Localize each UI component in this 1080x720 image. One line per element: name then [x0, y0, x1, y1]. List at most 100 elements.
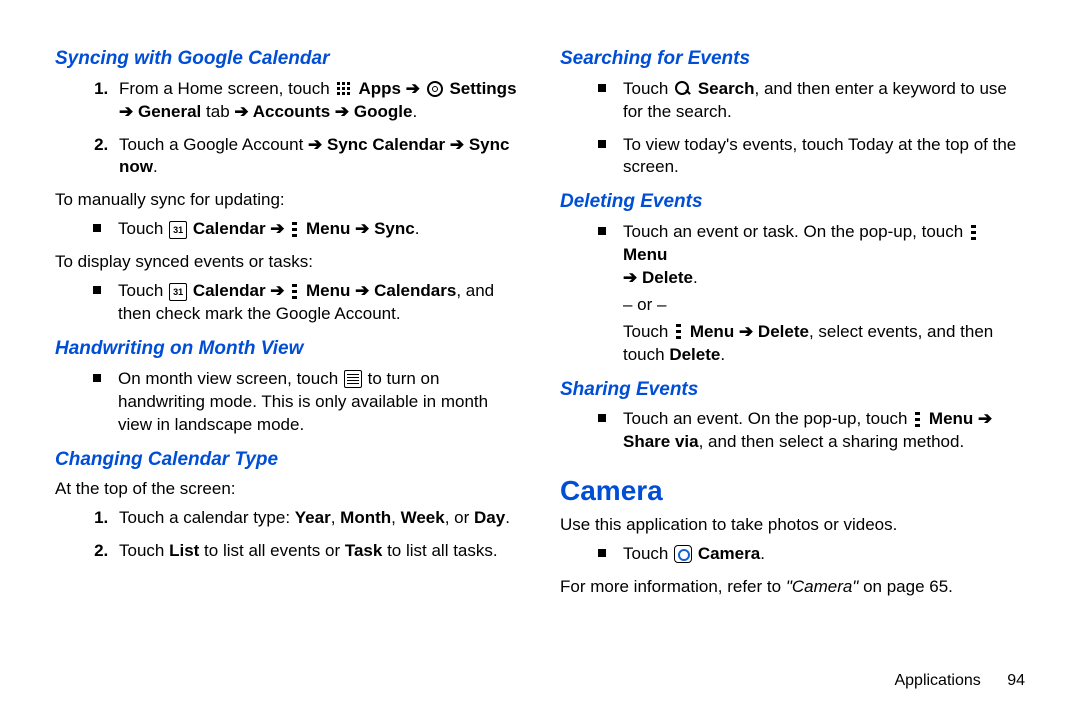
label-year: Year: [295, 508, 331, 527]
arrow-icon: ➔: [406, 79, 420, 98]
arrow-icon: ➔: [234, 102, 248, 121]
list-item: Touch Calendar ➔ Menu ➔ Calendars, and t…: [93, 280, 520, 326]
label-menu: Menu: [301, 219, 355, 238]
label-list: List: [169, 541, 199, 560]
list-item: Touch Calendar ➔ Menu ➔ Sync.: [93, 218, 520, 241]
label-delete: Delete: [753, 322, 809, 341]
text: Touch an event. On the pop-up, touch: [623, 409, 912, 428]
label-task: Task: [345, 541, 383, 560]
list-item: Touch Camera.: [598, 543, 1025, 566]
deleting-bullets: Touch an event or task. On the pop-up, t…: [560, 221, 1025, 367]
calendar-icon: [169, 221, 187, 239]
sync-step-2: Touch a Google Account ➔ Sync Calendar ➔…: [113, 134, 520, 180]
label-sync-calendar: Sync Calendar: [322, 135, 450, 154]
heading-changing-type: Changing Calendar Type: [55, 447, 520, 473]
label-accounts: Accounts: [249, 102, 335, 121]
label-search: Search: [693, 79, 754, 98]
sync-steps: From a Home screen, touch Apps ➔ Setting…: [55, 78, 520, 180]
text: Touch: [623, 79, 673, 98]
label-menu: Menu: [301, 281, 355, 300]
text: Touch a Google Account: [119, 135, 308, 154]
arrow-icon: ➔: [355, 281, 369, 300]
period: .: [693, 268, 698, 287]
text: For more information, refer to: [560, 577, 786, 596]
label-week: Week: [401, 508, 445, 527]
label-settings: Settings: [445, 79, 517, 98]
menu-icon: [674, 323, 684, 341]
sharing-bullets: Touch an event. On the pop-up, touch Men…: [560, 408, 1025, 454]
period: .: [412, 102, 417, 121]
searching-bullets: Touch Search, and then enter a keyword t…: [560, 78, 1025, 180]
text: Touch: [119, 541, 169, 560]
text: Touch: [623, 322, 673, 341]
text: , and then select a sharing method.: [699, 432, 965, 451]
text-display-synced: To display synced events or tasks:: [55, 251, 520, 274]
text: Touch a calendar type:: [119, 508, 295, 527]
period: .: [760, 544, 765, 563]
right-column: Searching for Events Touch Search, and t…: [560, 40, 1025, 670]
settings-icon: [426, 80, 444, 98]
reference-camera: "Camera": [786, 577, 859, 596]
heading-camera: Camera: [560, 472, 1025, 510]
menu-icon: [290, 221, 300, 239]
changing-step-2: Touch List to list all events or Task to…: [113, 540, 520, 563]
label-menu: Menu: [623, 245, 667, 264]
arrow-icon: ➔: [450, 135, 464, 154]
arrow-icon: ➔: [335, 102, 349, 121]
heading-searching: Searching for Events: [560, 46, 1025, 72]
sync-step-1: From a Home screen, touch Apps ➔ Setting…: [113, 78, 520, 124]
left-column: Syncing with Google Calendar From a Home…: [55, 40, 520, 670]
label-calendars: Calendars: [369, 281, 456, 300]
arrow-icon: ➔: [739, 322, 753, 341]
search-icon: [674, 80, 692, 98]
text: tab: [201, 102, 234, 121]
arrow-icon: ➔: [978, 409, 992, 428]
handwriting-bullets: On month view screen, touch to turn on h…: [55, 368, 520, 437]
footer-section: Applications: [894, 672, 980, 689]
arrow-icon: ➔: [270, 281, 284, 300]
text-camera-more: For more information, refer to "Camera" …: [560, 576, 1025, 599]
arrow-icon: ➔: [355, 219, 369, 238]
page: Syncing with Google Calendar From a Home…: [0, 0, 1080, 720]
text: to list all events or: [199, 541, 345, 560]
period: .: [153, 157, 158, 176]
camera-bullets: Touch Camera.: [560, 543, 1025, 566]
label-google: Google: [349, 102, 412, 121]
label-share-via: Share via: [623, 432, 699, 451]
list-item: Touch Search, and then enter a keyword t…: [598, 78, 1025, 124]
label-day: Day: [474, 508, 505, 527]
text: To view today's events, touch Today at t…: [623, 135, 1016, 177]
heading-handwriting: Handwriting on Month View: [55, 336, 520, 362]
columns: Syncing with Google Calendar From a Home…: [55, 40, 1025, 670]
arrow-icon: ➔: [308, 135, 322, 154]
menu-icon: [969, 224, 979, 242]
text: Touch: [118, 219, 168, 238]
text: to list all tasks.: [382, 541, 497, 560]
text-camera-intro: Use this application to take photos or v…: [560, 514, 1025, 537]
arrow-icon: ➔: [119, 102, 133, 121]
label-menu: Menu: [685, 322, 739, 341]
footer-page-number: 94: [1007, 672, 1025, 690]
sync-bullets-2: Touch Calendar ➔ Menu ➔ Calendars, and t…: [55, 280, 520, 326]
text: Touch: [623, 544, 673, 563]
list-item: To view today's events, touch Today at t…: [598, 134, 1025, 180]
label-general: General: [133, 102, 201, 121]
list-item: On month view screen, touch to turn on h…: [93, 368, 520, 437]
arrow-icon: ➔: [270, 219, 284, 238]
changing-step-1: Touch a calendar type: Year, Month, Week…: [113, 507, 520, 530]
text: From a Home screen, touch: [119, 79, 334, 98]
period: .: [415, 219, 420, 238]
apps-icon: [335, 80, 353, 98]
label-sync: Sync: [369, 219, 414, 238]
label-month: Month: [340, 508, 391, 527]
heading-deleting: Deleting Events: [560, 189, 1025, 215]
text: On month view screen, touch: [118, 369, 343, 388]
label-delete: Delete: [637, 268, 693, 287]
changing-steps: Touch a calendar type: Year, Month, Week…: [55, 507, 520, 563]
handwriting-icon: [344, 370, 362, 388]
heading-sharing: Sharing Events: [560, 377, 1025, 403]
arrow-icon: ➔: [623, 268, 637, 287]
text: Touch an event or task. On the pop-up, t…: [623, 222, 968, 241]
period: .: [720, 345, 725, 364]
text-changing-intro: At the top of the screen:: [55, 478, 520, 501]
